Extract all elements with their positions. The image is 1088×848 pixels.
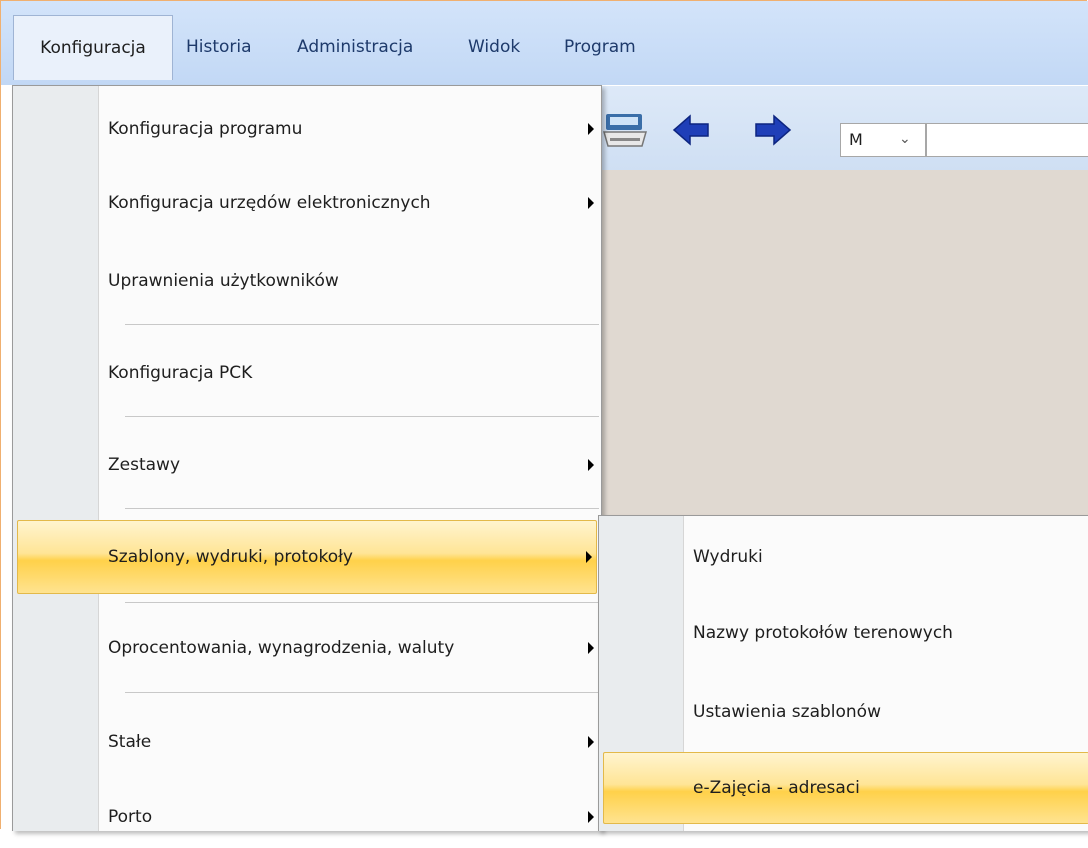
menu-konfiguracja[interactable]: Konfiguracja	[13, 15, 173, 80]
submenu-arrow-icon	[588, 459, 594, 471]
submenu-arrow-icon	[588, 197, 594, 209]
menu-item-label: Porto	[108, 807, 153, 827]
submenu-item-wydruki[interactable]: Wydruki	[599, 526, 1088, 588]
mode-select-value: M	[849, 130, 863, 149]
menu-item-konfiguracja-programu[interactable]: Konfiguracja programu	[13, 98, 601, 160]
menu-item-label: Uprawnienia użytkowników	[108, 271, 339, 291]
submenu-arrow-icon	[588, 642, 594, 654]
submenu-item-nazwy-protokolow[interactable]: Nazwy protokołów terenowych	[599, 602, 1088, 664]
back-arrow-icon[interactable]	[672, 112, 712, 152]
menu-item-label: Konfiguracja urzędów elektronicznych	[108, 193, 431, 213]
menu-separator	[125, 602, 599, 603]
submenu-item-e-zajecia[interactable]: e-Zajęcia - adresaci	[603, 752, 1088, 824]
menu-separator	[125, 416, 599, 417]
menu-item-label: Konfiguracja PCK	[108, 363, 253, 383]
chevron-down-icon[interactable]: ⌄	[899, 131, 911, 147]
menu-item-label: e-Zajęcia - adresaci	[693, 778, 860, 798]
menu-item-szablony[interactable]: Szablony, wydruki, protokoły	[17, 520, 597, 594]
menu-item-label: Oprocentowania, wynagrodzenia, waluty	[108, 638, 455, 658]
mode-select[interactable]: M ⌄	[840, 123, 926, 157]
menu-widok-label: Widok	[468, 37, 521, 57]
workspace-area	[600, 170, 1088, 515]
menu-item-label: Ustawienia szablonów	[693, 702, 881, 722]
menu-program-label: Program	[564, 37, 636, 57]
menu-program[interactable]: Program	[564, 15, 636, 79]
menu-item-uprawnienia[interactable]: Uprawnienia użytkowników	[13, 250, 601, 312]
menu-item-konfiguracja-pck[interactable]: Konfiguracja PCK	[13, 342, 601, 404]
menu-item-zestawy[interactable]: Zestawy	[13, 434, 601, 496]
submenu-arrow-icon	[586, 551, 592, 563]
menu-konfiguracja-label: Konfiguracja	[40, 38, 146, 58]
konfiguracja-dropdown: Konfiguracja programu Konfiguracja urzęd…	[12, 85, 602, 831]
menu-item-label: Stałe	[108, 732, 152, 752]
menu-item-stale[interactable]: Stałe	[13, 711, 601, 773]
search-input[interactable]	[926, 123, 1088, 157]
menu-administracja-label: Administracja	[297, 37, 414, 57]
menu-item-oprocentowania[interactable]: Oprocentowania, wynagrodzenia, waluty	[13, 617, 601, 679]
submenu-arrow-icon	[588, 811, 594, 823]
menu-bar: Konfiguracja Historia Administracja Wido…	[1, 1, 1088, 85]
menu-item-porto[interactable]: Porto	[13, 786, 601, 848]
menu-item-label: Zestawy	[108, 455, 181, 475]
menu-historia-label: Historia	[186, 37, 252, 57]
menu-item-label: Konfiguracja programu	[108, 119, 303, 139]
menu-separator	[125, 508, 599, 509]
menu-widok[interactable]: Widok	[468, 15, 520, 79]
scanner-icon[interactable]	[602, 112, 650, 156]
menu-separator	[125, 324, 599, 325]
menu-administracja[interactable]: Administracja	[297, 15, 413, 79]
forward-arrow-icon[interactable]	[752, 112, 792, 152]
menu-item-label: Szablony, wydruki, protokoły	[108, 547, 353, 567]
menu-separator	[125, 692, 599, 693]
submenu-item-ustawienia-szablonow[interactable]: Ustawienia szablonów	[599, 681, 1088, 743]
submenu-arrow-icon	[588, 123, 594, 135]
szablony-submenu: Wydruki Nazwy protokołów terenowych Usta…	[598, 515, 1088, 831]
menu-item-konfiguracja-urzedow[interactable]: Konfiguracja urzędów elektronicznych	[13, 172, 601, 234]
menu-historia[interactable]: Historia	[186, 15, 252, 79]
menu-item-label: Wydruki	[693, 547, 763, 567]
menu-item-label: Nazwy protokołów terenowych	[693, 623, 953, 643]
submenu-arrow-icon	[588, 736, 594, 748]
